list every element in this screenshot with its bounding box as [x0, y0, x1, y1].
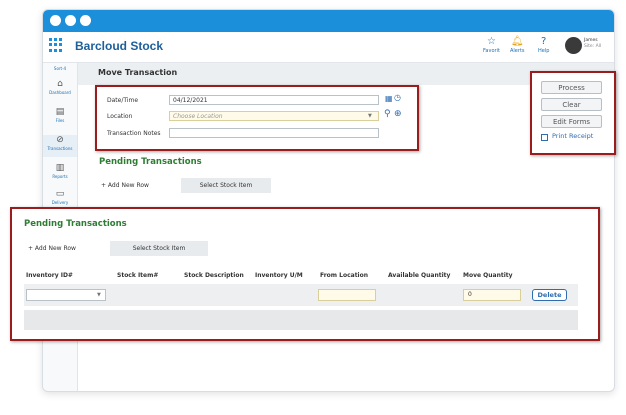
window-dot-icon[interactable]: [80, 15, 91, 26]
app-title: Barcloud Stock: [75, 39, 164, 53]
top-navigation: Barcloud Stock ☆ Favorit 🔔︎ Alerts ? Hel…: [43, 32, 614, 63]
apps-grid-icon[interactable]: [49, 38, 63, 52]
sidebar-item-reports[interactable]: ▥ Reports: [43, 163, 77, 185]
col-stock-item: Stock Item#: [117, 272, 159, 279]
chart-icon: ▥: [55, 163, 65, 173]
transaction-icon: ⊘: [56, 135, 64, 145]
location-label: Location: [107, 113, 133, 120]
add-new-row-link[interactable]: + Add New Row: [28, 245, 76, 252]
avatar[interactable]: [565, 37, 582, 54]
print-receipt-label[interactable]: Print Receipt: [552, 132, 593, 140]
col-inventory-um: Inventory U/M: [255, 272, 303, 279]
col-available-quantity: Available Quantity: [388, 272, 451, 279]
user-info[interactable]: James Site: All: [584, 38, 601, 50]
select-stock-item-button[interactable]: Select Stock Item: [110, 241, 208, 256]
home-icon: ⌂: [57, 79, 63, 89]
question-icon: ?: [541, 36, 547, 47]
date-label: Date/Time: [107, 97, 139, 104]
window-dot-icon[interactable]: [65, 15, 76, 26]
add-row-link-background[interactable]: + Add New Row: [101, 182, 149, 189]
sidebar-item-files[interactable]: ▤ Files: [43, 107, 77, 129]
move-quantity-input[interactable]: 0: [463, 289, 521, 301]
sidebar-item-dashboard[interactable]: ⌂ Dashboard: [43, 79, 77, 101]
select-stock-button-background[interactable]: Select Stock Item: [181, 178, 271, 193]
user-site: Site: All: [584, 44, 602, 49]
sidebar-item-transactions[interactable]: ⊘ Transactions: [43, 135, 77, 157]
col-inventory-id: Inventory ID#: [26, 272, 73, 279]
clear-button[interactable]: Clear: [541, 98, 602, 111]
delete-row-button[interactable]: Delete: [532, 289, 567, 301]
transaction-form: Date/Time 04/12/2021 ▦ ◷ Location Choose…: [95, 85, 419, 151]
page-title: Move Transaction: [98, 68, 178, 77]
clock-icon[interactable]: ◷: [394, 93, 401, 102]
col-from-location: From Location: [320, 272, 369, 279]
col-move-quantity: Move Quantity: [463, 272, 513, 279]
calendar-icon[interactable]: ▦: [385, 94, 393, 103]
table-row: ▼ 0 Delete: [24, 284, 578, 306]
pending-title: Pending Transactions: [24, 219, 127, 229]
action-panel: Process Clear Edit Forms Print Receipt: [530, 71, 616, 155]
chevron-down-icon: ▼: [368, 113, 372, 119]
chevron-down-icon: ▼: [97, 292, 101, 298]
delivery-icon: ▭: [55, 189, 65, 199]
pending-transactions-panel: Pending Transactions + Add New Row Selec…: [10, 207, 600, 341]
col-stock-description: Stock Description: [184, 272, 244, 279]
pending-title-background: Pending Transactions: [99, 157, 202, 167]
inventory-id-select[interactable]: [26, 289, 106, 301]
add-location-icon[interactable]: ⊕: [394, 109, 402, 119]
window-dot-icon[interactable]: [50, 15, 61, 26]
sidebar-collapse[interactable]: Sort-4: [43, 66, 77, 71]
notes-label: Transaction Notes: [107, 130, 161, 137]
edit-forms-button[interactable]: Edit Forms: [541, 115, 602, 128]
nav-help[interactable]: ? Help: [538, 35, 549, 54]
star-icon: ☆: [486, 36, 496, 47]
from-location-input[interactable]: [318, 289, 376, 301]
file-icon: ▤: [55, 107, 65, 117]
location-select[interactable]: Choose Location: [169, 111, 379, 121]
search-icon[interactable]: ⚲: [384, 109, 391, 119]
table-row: [24, 310, 578, 330]
nav-alerts[interactable]: 🔔︎ Alerts: [510, 35, 525, 54]
notes-input[interactable]: [169, 128, 379, 138]
bell-icon: 🔔︎: [510, 36, 524, 47]
date-field[interactable]: 04/12/2021: [169, 95, 379, 105]
print-receipt-checkbox[interactable]: [541, 134, 548, 141]
process-button[interactable]: Process: [541, 81, 602, 94]
nav-favorites[interactable]: ☆ Favorit: [483, 35, 500, 54]
window-titlebar: [43, 10, 614, 32]
